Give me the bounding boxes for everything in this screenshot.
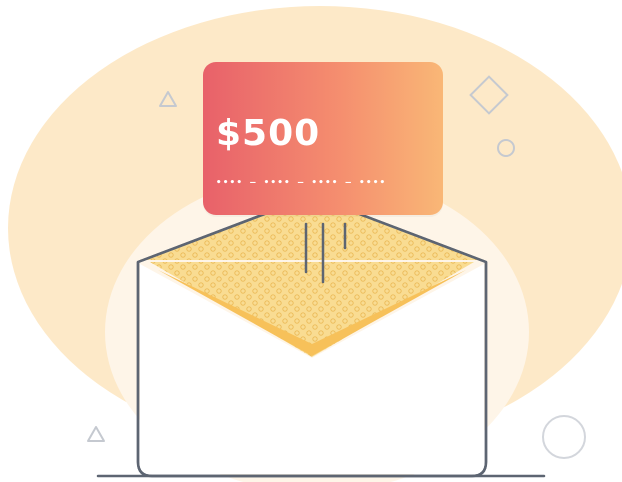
- gift-card-number: •••• – •••• – •••• – ••••: [216, 178, 387, 188]
- gift-card-amount: $500: [216, 113, 321, 154]
- gift-card-illustration: $500 •••• – •••• – •••• – ••••: [0, 0, 622, 482]
- circle-decoration-large-icon: [542, 415, 586, 459]
- gift-card: $500 •••• – •••• – •••• – ••••: [203, 62, 443, 215]
- triangle-decoration-bottom-icon: [87, 426, 105, 442]
